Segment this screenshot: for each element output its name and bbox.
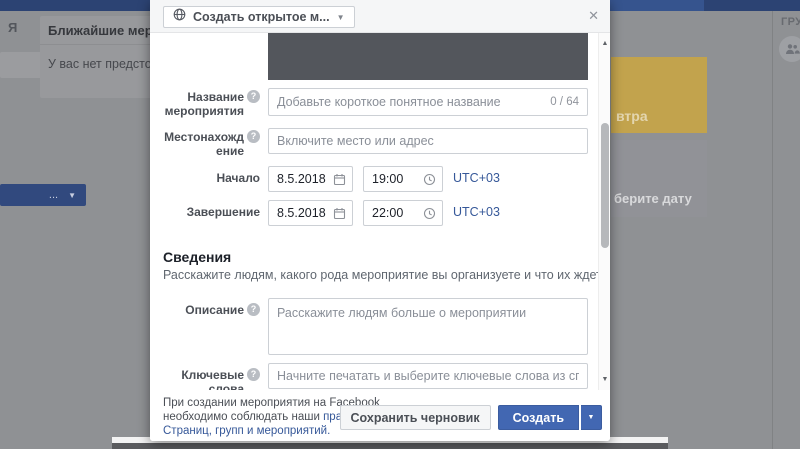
- background-dropdown-button[interactable]: ... ▼: [0, 184, 86, 206]
- end-date-input[interactable]: [269, 201, 352, 225]
- start-time-box: [363, 166, 443, 192]
- end-timezone-link[interactable]: UTC+03: [453, 205, 500, 219]
- event-location-field-box: [268, 128, 588, 154]
- info-icon: ?: [247, 303, 260, 316]
- events-card-empty-text: У вас нет предстоя: [40, 45, 152, 71]
- details-section-title: Сведения: [163, 249, 231, 265]
- modal-header: Создать открытое м... ▼ ✕: [150, 0, 610, 33]
- globe-icon: [173, 8, 186, 26]
- end-date-box: [268, 200, 353, 226]
- background-dark-strip: [112, 443, 668, 449]
- description-label: Описание ?: [158, 303, 260, 317]
- page-tab-label: Я: [8, 20, 17, 35]
- info-icon: ?: [247, 368, 260, 381]
- save-draft-button[interactable]: Сохранить черновик: [340, 405, 491, 430]
- char-counter: 0 / 64: [550, 96, 579, 108]
- modal-footer: При создании мероприятия на Facebook нео…: [150, 390, 610, 441]
- description-textarea[interactable]: [268, 298, 588, 355]
- background-dropdown-label: ...: [49, 189, 58, 201]
- keywords-input[interactable]: [269, 364, 587, 388]
- create-event-modal: Создать открытое м... ▼ ✕ Название мероп…: [150, 0, 610, 441]
- details-section-subtitle: Расскажите людям, какого рода мероприяти…: [163, 268, 602, 282]
- info-icon: ?: [247, 130, 260, 143]
- quick-date-card-tomorrow[interactable]: втра: [611, 57, 707, 133]
- event-name-field-box: 0 / 64: [268, 88, 588, 116]
- scrollbar-thumb[interactable]: [601, 123, 609, 248]
- events-card-title: Ближайшие мероп: [40, 16, 152, 45]
- start-label: Начало: [158, 171, 260, 185]
- info-icon: ?: [247, 90, 260, 103]
- upcoming-events-card: Ближайшие мероп У вас нет предстоя: [40, 16, 152, 98]
- close-icon[interactable]: ✕: [588, 9, 599, 22]
- group-people-icon: [779, 36, 800, 62]
- end-time-input[interactable]: [364, 201, 442, 225]
- quick-date-card-label: втра: [616, 108, 648, 124]
- modal-scrollbar[interactable]: ▲ ▼: [598, 33, 610, 390]
- groups-section-header: ГРУПП: [781, 16, 800, 28]
- event-cover-photo[interactable]: [268, 33, 588, 80]
- create-button[interactable]: Создать: [498, 405, 579, 430]
- start-timezone-link[interactable]: UTC+03: [453, 171, 500, 185]
- start-date-input[interactable]: [269, 167, 352, 191]
- event-location-label: Местонахождение ?: [158, 130, 260, 158]
- modal-scroll-area: Название мероприятия ? 0 / 64 Местонахож…: [150, 33, 610, 390]
- pick-a-date-card[interactable]: берите дату: [611, 140, 707, 217]
- event-name-input[interactable]: [269, 89, 587, 115]
- scroll-down-arrow-icon[interactable]: ▼: [599, 376, 611, 383]
- privacy-selector-label: Создать открытое м...: [193, 10, 330, 24]
- event-name-label: Название мероприятия ?: [158, 90, 260, 118]
- event-privacy-selector[interactable]: Создать открытое м... ▼: [163, 6, 355, 28]
- chevron-down-icon: ▼: [337, 13, 345, 22]
- column-divider: [772, 11, 773, 449]
- event-location-input[interactable]: [269, 129, 587, 153]
- pick-a-date-label: берите дату: [614, 191, 692, 206]
- start-date-box: [268, 166, 353, 192]
- keywords-field-box: [268, 363, 588, 389]
- navbar-segment: [608, 0, 704, 11]
- footer-buttons: Сохранить черновик Создать ▼: [340, 405, 602, 430]
- scroll-up-arrow-icon[interactable]: ▲: [599, 40, 611, 47]
- start-time-input[interactable]: [364, 167, 442, 191]
- end-label: Завершение: [158, 205, 260, 219]
- chevron-down-icon: ▼: [68, 191, 76, 200]
- create-options-caret-button[interactable]: ▼: [581, 405, 602, 430]
- end-time-box: [363, 200, 443, 226]
